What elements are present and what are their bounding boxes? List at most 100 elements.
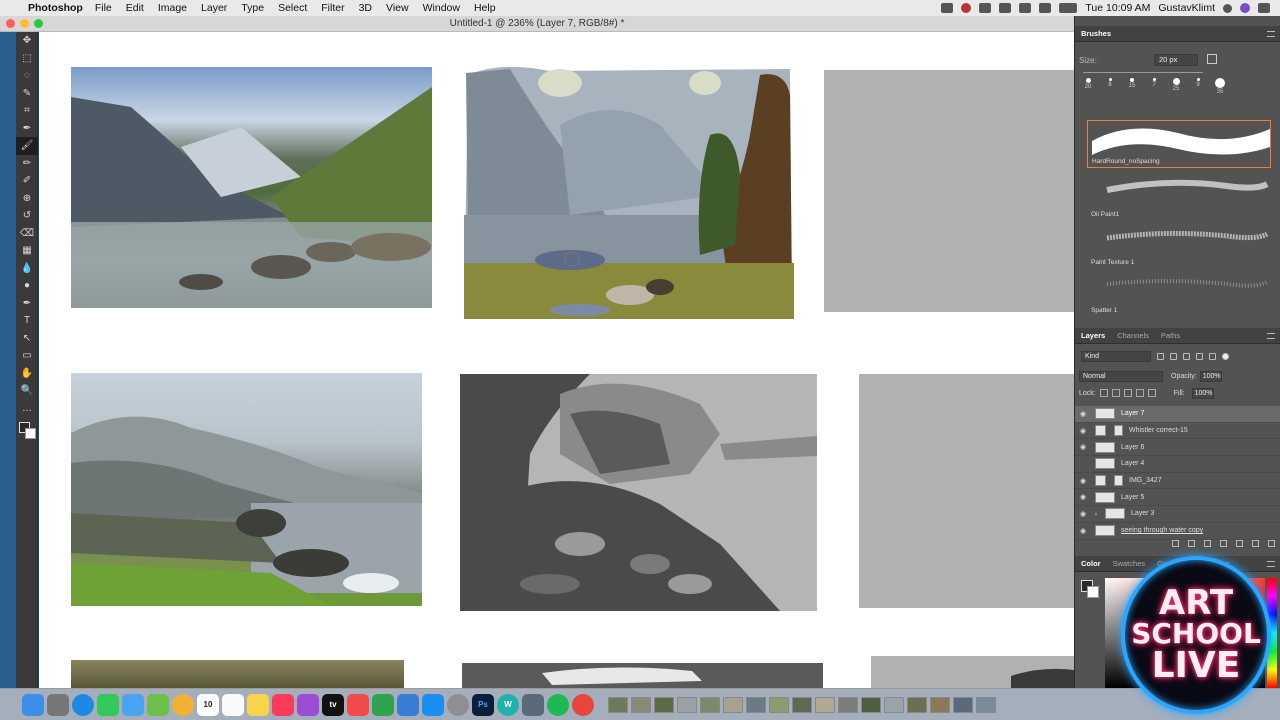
lock-pixels-icon[interactable] [1111,389,1120,397]
screen-mirror-icon[interactable] [941,3,954,13]
app-menu-photoshop[interactable]: Photoshop [28,2,83,14]
recent-image-thumbnail[interactable] [654,696,674,713]
layer-row[interactable]: ◉ seeing through water copy [1075,523,1280,540]
adjustment-layer-icon[interactable] [1220,540,1227,547]
menu-file[interactable]: File [95,2,112,14]
document-canvas[interactable] [39,32,1074,688]
keynote-icon[interactable] [397,693,419,716]
recent-image-thumbnail[interactable] [723,696,743,713]
recent-image-thumbnail[interactable] [631,696,651,713]
messages-icon[interactable] [97,693,119,716]
opacity-input[interactable]: 100% [1199,370,1222,382]
tab-layers[interactable]: Layers [1081,331,1105,340]
calendar-icon[interactable]: 10 [197,693,219,716]
mail-icon[interactable] [122,693,144,716]
tab-channels[interactable]: Channels [1117,331,1149,340]
panel-menu-icon[interactable] [1267,560,1275,567]
spotify-icon[interactable] [547,693,569,716]
lock-all-icon[interactable] [1147,389,1156,397]
photoshop-icon[interactable]: Ps [472,693,494,716]
recent-image-thumbnail[interactable] [815,696,835,713]
type-filter-icon[interactable] [1183,352,1190,360]
panel-menu-icon[interactable] [1267,30,1275,37]
brush-preset[interactable]: 35 [1211,78,1229,102]
menu-3d[interactable]: 3D [359,2,372,14]
siri-icon[interactable] [1240,3,1250,13]
layer-row[interactable]: ◉ ↓ Layer 3 [1075,506,1280,523]
panel-menu-icon[interactable] [1267,332,1275,339]
more-tools-icon[interactable]: … [16,400,38,418]
close-window-button[interactable] [6,19,15,28]
recent-image-thumbnail[interactable] [907,696,927,713]
podcasts-icon[interactable] [297,693,319,716]
move-icon[interactable]: ✥ [16,32,38,50]
mixer-brush-icon[interactable]: ✐ [16,172,38,190]
link-layers-icon[interactable] [1172,540,1179,547]
webex-icon[interactable]: W [497,693,519,716]
zoom-icon[interactable]: 🔍 [16,382,38,400]
battery-icon[interactable] [1059,3,1078,13]
eyedropper-icon[interactable]: ✒ [16,120,38,138]
brush-oil-paint[interactable]: Oil Paint1 [1087,172,1271,220]
layer-row[interactable]: ◉ Layer 6 [1075,439,1280,457]
settings-icon[interactable] [447,693,469,716]
gradient-icon[interactable]: ▦ [16,242,38,260]
brush-size-input[interactable]: 20 px [1154,54,1198,66]
user-name[interactable]: GustavKlimt [1158,2,1215,14]
recent-image-thumbnail[interactable] [838,696,858,713]
clock[interactable]: Tue 10:09 AM [1085,2,1150,14]
bluetooth-icon[interactable] [999,3,1012,13]
brush-preset[interactable]: 9 [1189,78,1207,102]
crop-icon[interactable]: ⌗ [16,102,38,120]
lock-artboard-icon[interactable] [1135,389,1144,397]
lock-transparency-icon[interactable] [1099,389,1108,397]
brush-icon[interactable]: 🖌 [16,137,38,155]
recent-image-thumbnail[interactable] [930,696,950,713]
menu-help[interactable]: Help [474,2,496,14]
menu-window[interactable]: Window [423,2,460,14]
value-study-painting[interactable] [460,374,817,611]
recent-image-thumbnail[interactable] [884,696,904,713]
dropbox-icon[interactable] [979,3,992,13]
hand-icon[interactable]: ✋ [16,365,38,383]
maps-icon[interactable] [147,693,169,716]
menu-select[interactable]: Select [278,2,307,14]
tv-icon[interactable]: tv [322,693,344,716]
brush-paint-texture[interactable]: Paint Texture 1 [1087,220,1271,268]
appstore-icon[interactable] [422,693,444,716]
dodge-icon[interactable]: ● [16,277,38,295]
finder-icon[interactable] [22,693,44,716]
safari-icon[interactable] [72,693,94,716]
reference-photo-coast[interactable] [71,373,422,606]
value-study-painting-2[interactable] [462,663,823,688]
new-group-icon[interactable] [1236,540,1243,547]
layer-kind-select[interactable]: Kind [1081,350,1151,362]
wifi-icon[interactable] [1019,3,1032,13]
eraser-icon[interactable]: ⌫ [16,225,38,243]
fill-input[interactable]: 100% [1191,387,1214,399]
history-brush-icon[interactable]: ↺ [16,207,38,225]
recent-image-thumbnail[interactable] [769,696,789,713]
lock-position-icon[interactable] [1123,389,1132,397]
zoom-window-button[interactable] [34,19,43,28]
music-icon[interactable] [272,693,294,716]
empty-gray-canvas-2[interactable] [859,374,1074,608]
pencil-icon[interactable]: ✏ [16,155,38,173]
eye-icon[interactable]: ◉ [1075,477,1091,485]
color-study-painting[interactable] [460,65,795,321]
eye-icon[interactable]: ◉ [1075,410,1091,418]
layer-row[interactable]: Layer 4 [1075,456,1280,473]
shape-filter-icon[interactable] [1196,352,1203,360]
tab-paths[interactable]: Paths [1161,331,1180,340]
pen-icon[interactable]: ✒ [16,295,38,313]
eye-icon[interactable]: ◉ [1075,493,1091,501]
layer-row[interactable]: ◉ Layer 5 [1075,489,1280,507]
rectangle-icon[interactable]: ▭ [16,347,38,365]
chrome-icon[interactable] [572,693,594,716]
recent-image-thumbnail[interactable] [976,696,996,713]
type-icon[interactable]: T [16,312,38,330]
menu-view[interactable]: View [386,2,409,14]
recent-image-thumbnail[interactable] [792,696,812,713]
blend-mode-select[interactable]: Normal [1079,370,1163,382]
menu-filter[interactable]: Filter [321,2,344,14]
